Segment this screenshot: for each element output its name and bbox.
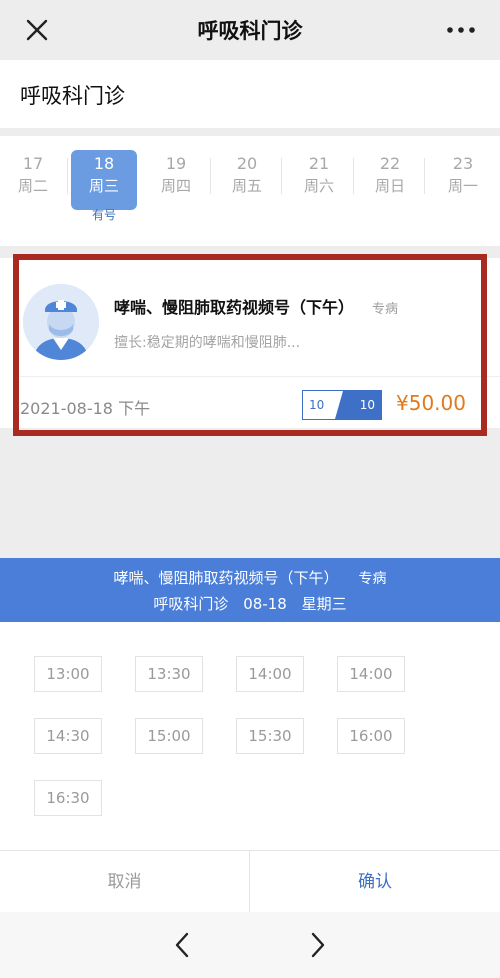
top-nav-bar: 呼吸科门诊 bbox=[0, 0, 500, 60]
chevron-left-icon[interactable] bbox=[168, 929, 196, 961]
date-divider bbox=[67, 158, 68, 194]
date-weekday: 周四 bbox=[160, 177, 191, 195]
date-divider bbox=[281, 158, 282, 194]
more-icon[interactable] bbox=[444, 18, 478, 42]
date-item[interactable]: 20 周五 bbox=[214, 150, 280, 210]
date-item[interactable]: 23 周一 bbox=[430, 150, 496, 210]
date-item[interactable]: 19 周四 bbox=[143, 150, 209, 210]
date-day: 19 bbox=[165, 154, 187, 173]
date-weekday: 周一 bbox=[447, 177, 478, 195]
date-weekday: 周三 bbox=[88, 177, 119, 195]
cancel-button[interactable]: 取消 bbox=[0, 851, 250, 913]
time-slot[interactable]: 14:30 bbox=[34, 718, 102, 754]
date-item-selected[interactable]: 18 周三 bbox=[71, 150, 137, 210]
date-day: 18 bbox=[93, 154, 115, 173]
time-slot[interactable]: 13:00 bbox=[34, 656, 102, 692]
date-weekday: 周五 bbox=[231, 177, 262, 195]
confirm-button[interactable]: 确认 bbox=[250, 851, 500, 913]
date-item[interactable]: 17 周二 bbox=[0, 150, 66, 210]
time-slot[interactable]: 16:30 bbox=[34, 780, 102, 816]
date-day: 21 bbox=[308, 154, 330, 173]
browser-nav-bar bbox=[0, 912, 500, 978]
page-title: 呼吸科门诊 bbox=[197, 19, 303, 43]
date-divider bbox=[424, 158, 425, 194]
summary-clinic-name: 哮喘、慢阻肺取药视频号（下午） bbox=[113, 569, 339, 587]
date-day: 17 bbox=[22, 154, 44, 173]
date-selector: 17 周二 18 周三 19 周四 20 周五 21 周六 22 周日 23 周… bbox=[0, 136, 500, 246]
date-weekday: 周六 bbox=[303, 177, 334, 195]
department-name: 呼吸科门诊 bbox=[20, 84, 125, 108]
date-weekday: 周二 bbox=[17, 177, 48, 195]
summary-date: 08-18 bbox=[243, 595, 287, 613]
time-slot[interactable]: 15:30 bbox=[236, 718, 304, 754]
selection-summary: 哮喘、慢阻肺取药视频号（下午） 专病 呼吸科门诊 08-18 星期三 bbox=[0, 558, 500, 622]
time-slot[interactable]: 14:00 bbox=[236, 656, 304, 692]
time-slot[interactable]: 13:30 bbox=[135, 656, 203, 692]
time-slot[interactable]: 15:00 bbox=[135, 718, 203, 754]
date-item[interactable]: 22 周日 bbox=[357, 150, 423, 210]
date-day: 22 bbox=[379, 154, 401, 173]
time-slot-panel: 13:00 13:30 14:00 14:00 14:30 15:00 15:3… bbox=[0, 622, 500, 850]
action-bar: 取消 确认 bbox=[0, 850, 500, 913]
availability-badge: 有号 bbox=[91, 208, 116, 222]
date-weekday: 周日 bbox=[374, 177, 405, 195]
summary-type-tag: 专病 bbox=[358, 571, 387, 587]
time-slot[interactable]: 16:00 bbox=[337, 718, 405, 754]
date-divider bbox=[353, 158, 354, 194]
chevron-right-icon[interactable] bbox=[304, 929, 332, 961]
date-item[interactable]: 21 周六 bbox=[286, 150, 352, 210]
summary-dept: 呼吸科门诊 bbox=[153, 595, 229, 613]
date-day: 20 bbox=[236, 154, 258, 173]
date-divider bbox=[210, 158, 211, 194]
date-day: 23 bbox=[452, 154, 474, 173]
department-header: 呼吸科门诊 bbox=[0, 60, 500, 128]
highlight-frame bbox=[13, 254, 487, 436]
summary-weekday: 星期三 bbox=[301, 595, 347, 613]
time-slot[interactable]: 14:00 bbox=[337, 656, 405, 692]
